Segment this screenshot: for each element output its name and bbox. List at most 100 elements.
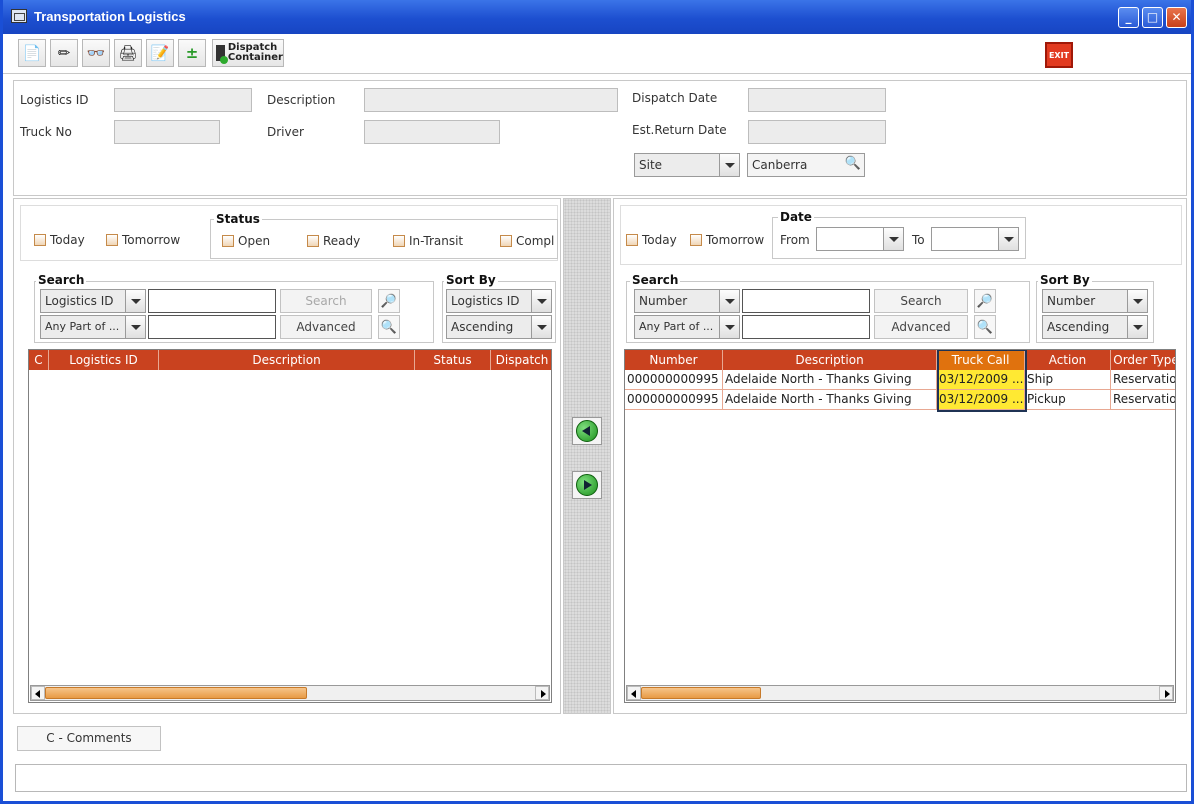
left-find-icon[interactable]: 🔎	[378, 289, 400, 313]
dispatch-date-field[interactable]	[748, 88, 886, 112]
right-today-checkbox[interactable]: Today	[626, 233, 677, 247]
cell-description: Adelaide North - Thanks Giving	[723, 390, 937, 409]
move-left-button[interactable]	[572, 417, 602, 445]
col-number[interactable]: Number	[625, 350, 723, 370]
transfer-strip	[563, 198, 611, 714]
left-sort-field-select[interactable]: Logistics ID	[446, 289, 552, 313]
logistics-list-panel: Today Tomorrow Status Open Ready In-Tran…	[13, 198, 561, 714]
chevron-down-icon	[719, 316, 739, 338]
exit-button[interactable]: EXIT	[1045, 42, 1073, 68]
move-right-button[interactable]	[572, 471, 602, 499]
status-complete-checkbox[interactable]: Compl	[500, 234, 556, 248]
search-icon[interactable]: 🔍	[845, 156, 861, 171]
left-match-value: Any Part of ...	[45, 320, 120, 333]
status-in-transit-checkbox[interactable]: In-Transit	[393, 234, 463, 248]
col-description[interactable]: Description	[723, 350, 937, 370]
date-group-title: Date	[778, 210, 814, 224]
left-sort-order-value: Ascending	[451, 320, 514, 334]
description-field[interactable]	[364, 88, 618, 112]
from-label: From	[780, 233, 810, 247]
right-sort-field-select[interactable]: Number	[1042, 289, 1148, 313]
right-sort-order-select[interactable]: Ascending	[1042, 315, 1148, 339]
right-tomorrow-checkbox[interactable]: Tomorrow	[690, 233, 764, 247]
left-search-input-2[interactable]	[148, 315, 276, 339]
chevron-down-icon	[998, 228, 1018, 250]
app-icon	[11, 9, 27, 23]
table-row[interactable]: 000000000995 Adelaide North - Thanks Giv…	[625, 370, 1175, 390]
add-remove-icon[interactable]: ±	[178, 39, 206, 67]
right-horizontal-scrollbar[interactable]	[626, 685, 1174, 701]
left-today-checkbox[interactable]: Today	[34, 233, 85, 247]
right-search-title: Search	[630, 273, 681, 287]
to-label: To	[912, 233, 925, 247]
right-match-select[interactable]: Any Part of ...	[634, 315, 740, 339]
driver-field[interactable]	[364, 120, 500, 144]
cell-order-type: Reservation	[1113, 372, 1176, 386]
scroll-left-icon[interactable]	[31, 686, 45, 700]
left-horizontal-scrollbar[interactable]	[30, 685, 550, 701]
site-value-text: Canberra	[752, 158, 808, 172]
chevron-down-icon	[719, 154, 739, 176]
right-search-button[interactable]: Search	[874, 289, 968, 313]
right-scroll-thumb[interactable]	[641, 687, 761, 699]
left-sort-title: Sort By	[444, 273, 498, 287]
est-return-date-field[interactable]	[748, 120, 886, 144]
right-today-label: Today	[642, 233, 677, 247]
left-search-input[interactable]	[148, 289, 276, 313]
left-match-select[interactable]: Any Part of ...	[40, 315, 146, 339]
chevron-down-icon	[125, 290, 145, 312]
to-date-picker[interactable]	[931, 227, 1019, 251]
left-search-field-select[interactable]: Logistics ID	[40, 289, 146, 313]
truck-no-field[interactable]	[114, 120, 220, 144]
left-scroll-thumb[interactable]	[45, 687, 307, 699]
right-search-input[interactable]	[742, 289, 870, 313]
col-action[interactable]: Action	[1025, 350, 1111, 370]
table-row[interactable]: 000000000995 Adelaide North - Thanks Giv…	[625, 390, 1175, 410]
edit-icon[interactable]: ✏	[50, 39, 78, 67]
right-advanced-search-icon[interactable]: 🔍	[974, 315, 996, 339]
left-advanced-button[interactable]: Advanced	[280, 315, 372, 339]
col-description[interactable]: Description	[159, 350, 415, 370]
selected-column-outline	[937, 350, 1027, 412]
right-find-icon[interactable]: 🔎	[974, 289, 996, 313]
print-icon[interactable]: 🖨	[114, 39, 142, 67]
chevron-down-icon	[531, 290, 551, 312]
right-search-input-2[interactable]	[742, 315, 870, 339]
new-icon[interactable]: 📄	[18, 39, 46, 67]
col-order-type[interactable]: Order Type	[1111, 350, 1175, 370]
site-select[interactable]: Site	[634, 153, 740, 177]
scroll-right-icon[interactable]	[1159, 686, 1173, 700]
cell-description: Adelaide North - Thanks Giving	[723, 370, 937, 389]
right-search-field-select[interactable]: Number	[634, 289, 740, 313]
right-advanced-button[interactable]: Advanced	[874, 315, 968, 339]
col-logistics-id[interactable]: Logistics ID	[49, 350, 159, 370]
cell-number: 000000000995	[625, 370, 723, 389]
right-sort-title: Sort By	[1038, 273, 1092, 287]
col-dispatch[interactable]: Dispatch	[491, 350, 551, 370]
left-tomorrow-checkbox[interactable]: Tomorrow	[106, 233, 180, 247]
dispatch-container-button[interactable]: Dispatch Container	[212, 39, 284, 67]
maximize-button[interactable]: □	[1142, 7, 1163, 28]
left-search-button[interactable]: Search	[280, 289, 372, 313]
left-sort-order-select[interactable]: Ascending	[446, 315, 552, 339]
left-advanced-search-icon[interactable]: 🔍	[378, 315, 400, 339]
col-c[interactable]: C	[29, 350, 49, 370]
site-value-field[interactable]: Canberra 🔍	[747, 153, 865, 177]
close-button[interactable]: ✕	[1166, 7, 1187, 28]
cell-number: 000000000995	[625, 390, 723, 409]
scroll-left-icon[interactable]	[627, 686, 641, 700]
notepad-icon[interactable]: 📝	[146, 39, 174, 67]
status-open-checkbox[interactable]: Open	[222, 234, 270, 248]
logistics-id-label: Logistics ID	[20, 93, 89, 107]
comments-button[interactable]: C - Comments	[17, 726, 161, 751]
logistics-id-field[interactable]	[114, 88, 252, 112]
col-status[interactable]: Status	[415, 350, 491, 370]
minimize-button[interactable]: _	[1118, 7, 1139, 28]
scroll-right-icon[interactable]	[535, 686, 549, 700]
from-date-picker[interactable]	[816, 227, 904, 251]
binoculars-icon[interactable]: 👓	[82, 39, 110, 67]
container-label: Container	[227, 52, 283, 63]
status-in-transit-label: In-Transit	[409, 234, 464, 248]
status-ready-checkbox[interactable]: Ready	[307, 234, 360, 248]
title-bar: Transportation Logistics _ □ ✕	[3, 0, 1191, 34]
